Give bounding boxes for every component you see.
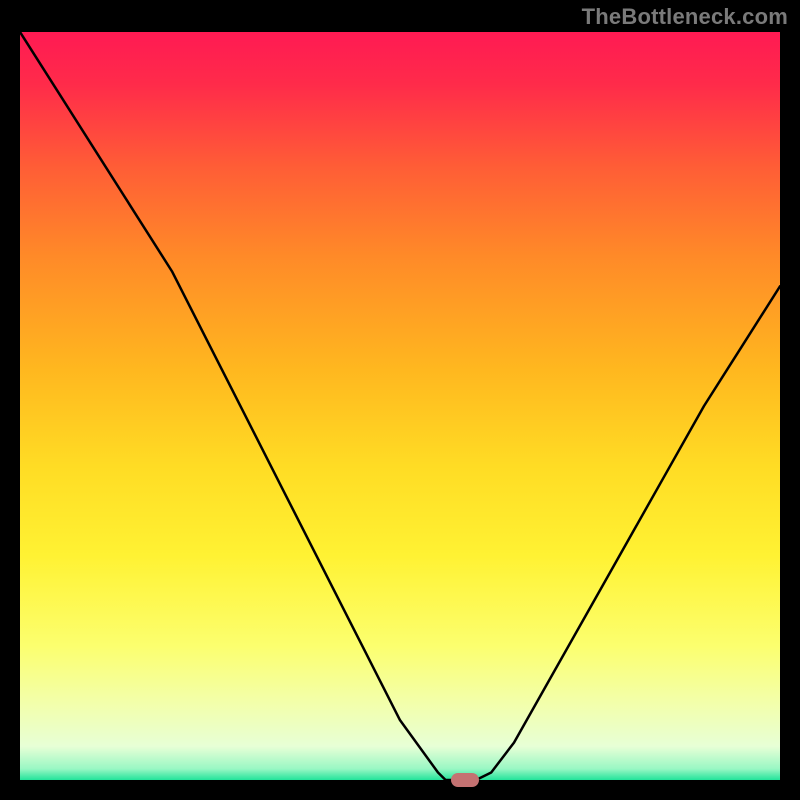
gradient-background (20, 32, 780, 780)
watermark-text: TheBottleneck.com (582, 4, 788, 30)
plot-svg (20, 32, 780, 780)
plot-area (20, 32, 780, 780)
optimal-point-marker (451, 773, 479, 787)
chart-frame: TheBottleneck.com (0, 0, 800, 800)
